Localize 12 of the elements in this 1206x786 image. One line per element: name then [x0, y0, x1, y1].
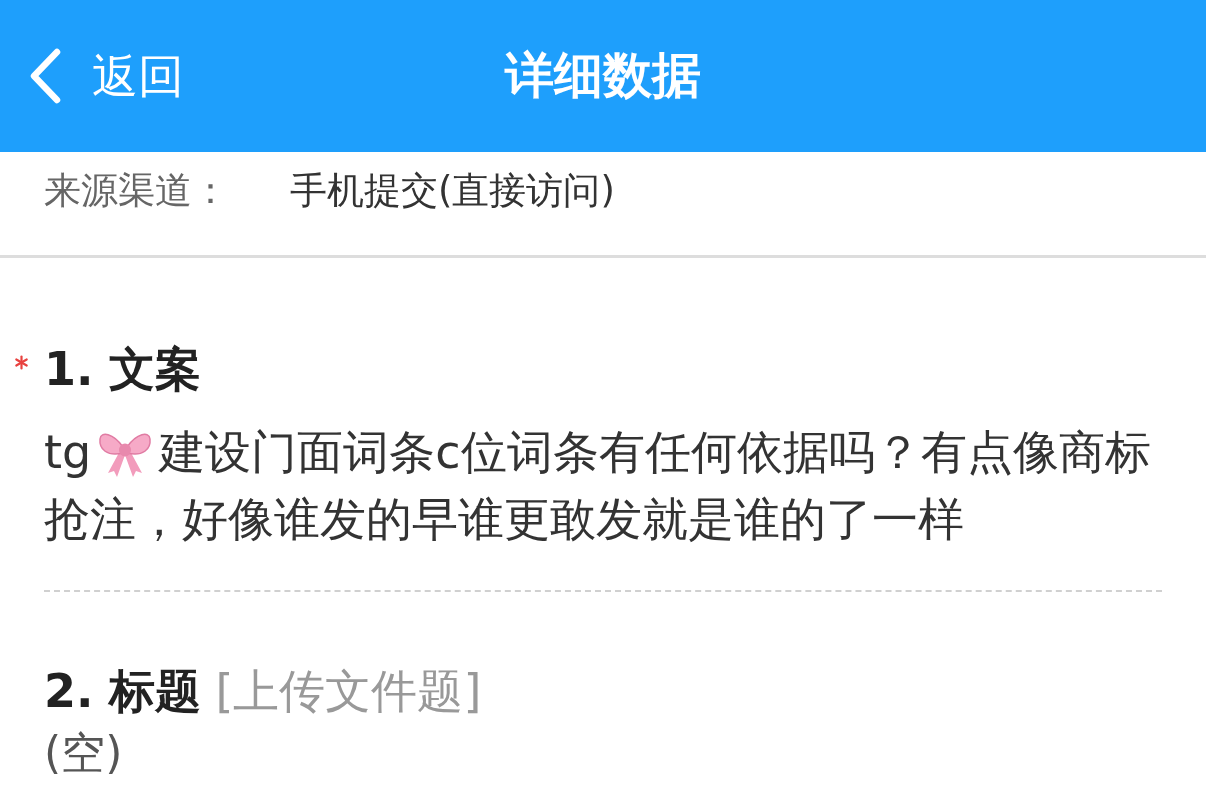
source-value: 手机提交(直接访问) — [290, 168, 615, 214]
answer-text: 建设门面词条c位词条有任何依据吗？有点像商标 — [159, 424, 1151, 481]
source-label: 来源渠道： — [44, 168, 230, 214]
answer-text: 抢注，好像谁发的早谁更敢发就是谁的了一样 — [44, 491, 964, 548]
answer-text: (空) — [44, 729, 123, 777]
back-button[interactable]: 返回 — [28, 48, 184, 104]
question-type-label: [上传文件题] — [215, 663, 482, 719]
answer-text: tg — [44, 424, 92, 481]
page-title: 详细数据 — [505, 46, 701, 106]
chevron-left-icon — [28, 48, 62, 104]
question-title: 2. 标题 — [44, 663, 202, 719]
question-title: 1. 文案 — [44, 341, 202, 397]
